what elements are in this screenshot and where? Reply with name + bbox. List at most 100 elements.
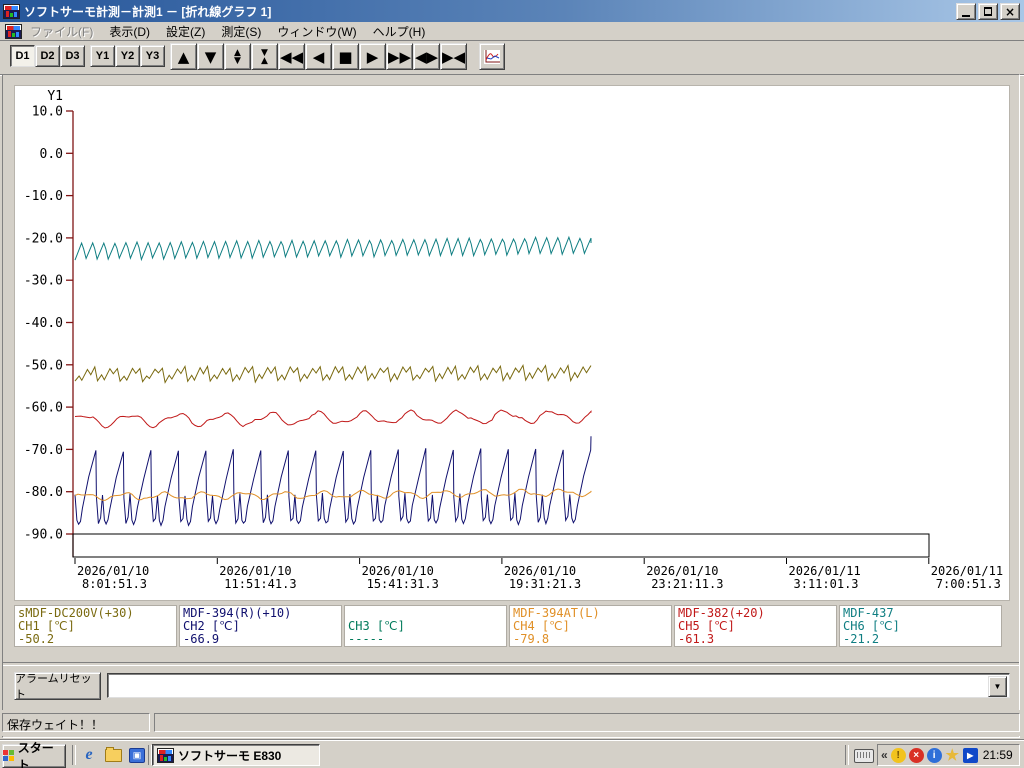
svg-text:-80.0: -80.0 [24, 485, 63, 500]
svg-text:-50.0: -50.0 [24, 358, 63, 373]
close-button[interactable]: × [1000, 3, 1020, 20]
minimize-button[interactable] [956, 3, 976, 20]
svg-text:2026/01/10: 2026/01/10 [504, 564, 576, 578]
svg-text:-40.0: -40.0 [24, 316, 63, 331]
restore-button[interactable] [978, 3, 998, 20]
legend-ch1: sMDF-DC200V(+30) CH1 [℃] -50.2 [14, 605, 177, 647]
svg-text:2026/01/10: 2026/01/10 [646, 564, 718, 578]
collapse-chevrons-icon[interactable]: « [881, 748, 888, 762]
legend-ch2: MDF-394(R)(+10) CH2 [℃] -66.9 [179, 605, 342, 647]
menu-measure[interactable]: 測定(S) [213, 22, 269, 41]
chart-canvas: 10.0 0.0 -10.0 -20.0 -30.0 -40.0 -50.0 -60.0 -70… [24, 89, 1003, 591]
toolbar-step-forward-button[interactable]: ▶ [359, 43, 386, 70]
svg-text:7:00:51.3: 7:00:51.3 [936, 577, 1001, 591]
legend-ch5: MDF-382(+20) CH5 [℃] -61.3 [674, 605, 837, 647]
svg-text:0.0: 0.0 [40, 147, 63, 162]
svg-text:-60.0: -60.0 [24, 401, 63, 416]
taskbar-separator [72, 745, 76, 765]
toolbar-y2-button[interactable]: Y2 [115, 45, 140, 67]
svg-text:-30.0: -30.0 [24, 274, 63, 289]
toolbar-d1-button[interactable]: D1 [10, 45, 35, 67]
app-icon [3, 3, 20, 19]
internet-explorer-icon[interactable]: e [80, 746, 98, 764]
taskbar-clock: 21:59 [982, 748, 1013, 762]
toolbar-expand-horizontal-button[interactable]: ◀▶ [413, 43, 440, 70]
star-icon[interactable]: ★ [945, 747, 960, 764]
svg-text:15:41:31.3: 15:41:31.3 [367, 577, 439, 591]
alarm-combobox[interactable]: ▼ [107, 673, 1010, 698]
system-tray: « ! × i ★ ▶ 21:59 [877, 744, 1020, 766]
legend-ch4: MDF-394AT(L) CH4 [℃] -79.8 [509, 605, 672, 647]
svg-text:2026/01/10: 2026/01/10 [219, 564, 291, 578]
window-title: ソフトサーモ計測－計測1 － [折れ線グラフ 1] [24, 4, 272, 19]
keyboard-icon[interactable] [854, 749, 874, 763]
toolbar-expand-vertical-button[interactable]: ▲ ▼ [224, 43, 251, 70]
svg-text:10.0: 10.0 [32, 105, 63, 120]
legend-ch3: CH3 [℃] ----- [344, 605, 507, 647]
menu-settings[interactable]: 設定(Z) [158, 22, 213, 41]
toolbar-fast-rewind-button[interactable]: ◀◀ [278, 43, 305, 70]
toolbar-scroll-up-button[interactable]: ▲ [170, 43, 197, 70]
windows-logo-icon [3, 750, 15, 762]
svg-text:23:21:11.3: 23:21:11.3 [651, 577, 723, 591]
svg-text:-20.0: -20.0 [24, 231, 63, 246]
security-alert-icon[interactable]: × [908, 747, 924, 763]
svg-text:2026/01/11: 2026/01/11 [789, 564, 861, 578]
svg-text:Y1: Y1 [47, 89, 63, 104]
svg-text:2026/01/11: 2026/01/11 [931, 564, 1003, 578]
line-chart[interactable]: 10.0 0.0 -10.0 -20.0 -30.0 -40.0 -50.0 -60.0 -70… [14, 85, 1010, 601]
desktop-app-icon[interactable]: ▣ [128, 746, 146, 764]
svg-text:19:31:21.3: 19:31:21.3 [509, 577, 581, 591]
channel-value: -79.8 [513, 632, 550, 646]
channel-value: -61.3 [678, 632, 715, 646]
desktop: ソフトサーモ計測－計測1 － [折れ線グラフ 1] × ファイル(F) 表示(D… [0, 0, 1024, 768]
alarm-combobox-value [112, 678, 987, 693]
svg-text:-90.0: -90.0 [24, 528, 63, 543]
svg-text:-70.0: -70.0 [24, 443, 63, 458]
media-play-icon[interactable]: ▶ [962, 747, 978, 763]
start-button[interactable]: スタート [2, 741, 66, 768]
alarm-reset-button[interactable]: アラームリセット [14, 672, 101, 701]
channel-legend: sMDF-DC200V(+30) CH1 [℃] -50.2 MDF-394(R… [14, 605, 1010, 647]
svg-text:2026/01/10: 2026/01/10 [77, 564, 149, 578]
separator [3, 662, 1019, 666]
security-warning-icon[interactable]: ! [890, 747, 906, 763]
toolbar-y1-button[interactable]: Y1 [90, 45, 115, 67]
graph-window-client: 10.0 0.0 -10.0 -20.0 -30.0 -40.0 -50.0 -60.0 -70… [2, 74, 1020, 738]
info-balloon-icon[interactable]: i [926, 747, 942, 763]
menu-window[interactable]: ウィンドウ(W) [269, 22, 364, 41]
toolbar-compress-vertical-button[interactable]: ▼ ▲ [251, 43, 278, 70]
menu-bar: ファイル(F) 表示(D) 設定(Z) 測定(S) ウィンドウ(W) ヘルプ(H… [0, 22, 1024, 62]
toolbar-compress-horizontal-button[interactable]: ▶◀ [440, 43, 467, 70]
toolbar-scroll-down-button[interactable]: ▼ [197, 43, 224, 70]
legend-ch6: MDF-437 CH6 [℃] -21.2 [839, 605, 1002, 647]
status-message: 保存ウェイト！！ [2, 713, 150, 732]
channel-value: -21.2 [843, 632, 880, 646]
toolbar-fast-forward-button[interactable]: ▶▶ [386, 43, 413, 70]
channel-value: -50.2 [18, 632, 55, 646]
taskbar-separator [845, 745, 849, 765]
toolbar-step-back-button[interactable]: ◀ [305, 43, 332, 70]
folder-icon[interactable] [104, 746, 122, 764]
svg-text:2026/01/10: 2026/01/10 [362, 564, 434, 578]
svg-text:11:51:41.3: 11:51:41.3 [224, 577, 296, 591]
toolbar-stop-button[interactable]: ■ [332, 43, 359, 70]
svg-text:8:01:51.3: 8:01:51.3 [82, 577, 147, 591]
toolbar-d3-button[interactable]: D3 [60, 45, 85, 67]
title-bar: ソフトサーモ計測－計測1 － [折れ線グラフ 1] × [0, 0, 1024, 22]
status-panel-2 [154, 713, 1020, 732]
toolbar-line-graph-button[interactable] [479, 43, 505, 70]
app-icon [157, 747, 174, 763]
toolbar-y3-button[interactable]: Y3 [140, 45, 165, 67]
menu-view[interactable]: 表示(D) [101, 22, 158, 41]
svg-text:3:11:01.3: 3:11:01.3 [794, 577, 859, 591]
chevron-down-icon[interactable]: ▼ [988, 676, 1007, 697]
task-button-softthermo[interactable]: ソフトサーモ E830 [152, 744, 320, 766]
taskbar: スタート e ▣ ソフトサーモ E830 « ! × i ★ ▶ 21:59 [0, 740, 1024, 768]
status-bar: 保存ウェイト！！ [0, 710, 1024, 736]
toolbar-d2-button[interactable]: D2 [35, 45, 60, 67]
document-icon[interactable] [5, 23, 22, 39]
menu-help[interactable]: ヘルプ(H) [365, 22, 434, 41]
menu-file[interactable]: ファイル(F) [22, 22, 101, 41]
channel-value: -66.9 [183, 632, 220, 646]
